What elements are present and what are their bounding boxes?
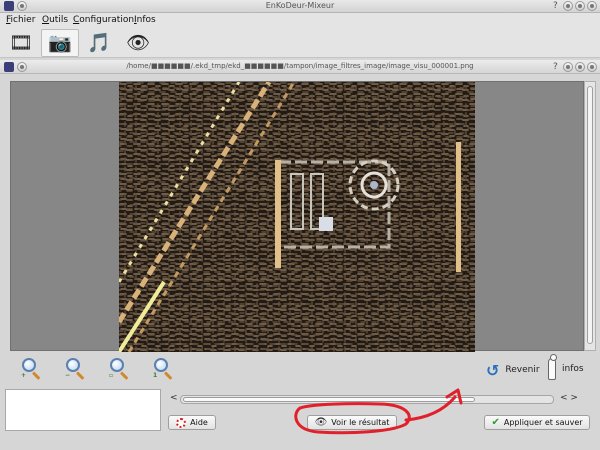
help-icon[interactable]: ?	[553, 0, 558, 12]
image-viewer-window: /home/■■■■■■/.ekd_tmp/ekd_■■■■■■/tampon/…	[0, 60, 600, 450]
menu-configuration[interactable]: Configuration	[73, 15, 134, 25]
help-label: Aide	[190, 418, 208, 427]
window-titlebar: EnKoDeur-Mixeur ?	[0, 0, 600, 13]
filtered-image	[119, 82, 475, 352]
minimize-button[interactable]	[563, 1, 573, 11]
window-title: EnKoDeur-Mixeur	[265, 1, 335, 10]
tab-image[interactable]: 📷	[41, 29, 79, 57]
file-list-box[interactable]	[5, 389, 161, 431]
horizontal-scroll-track[interactable]	[180, 395, 554, 404]
lifebuoy-icon	[176, 417, 187, 428]
zoom-out-icon	[66, 358, 80, 372]
music-speaker-icon: 🎵	[87, 31, 111, 54]
viewer-minimize-button[interactable]	[563, 62, 573, 72]
tab-audio[interactable]: 🎵	[80, 29, 118, 57]
viewer-titlebar: /home/■■■■■■/.ekd_tmp/ekd_■■■■■■/tampon/…	[0, 60, 600, 74]
preview-label: Voir le résultat	[331, 418, 390, 427]
viewport-vertical-scrollbar[interactable]	[584, 81, 596, 351]
close-button[interactable]	[587, 1, 597, 11]
help-button[interactable]: Aide	[168, 415, 216, 430]
undo-arrow-icon: ↺	[486, 360, 500, 380]
menu-fichier[interactable]: Fichier	[6, 15, 35, 25]
toolbar: 🎞 📷 🎵 👁	[0, 28, 600, 58]
apply-save-button[interactable]: ✔ Appliquer et sauver	[484, 415, 590, 430]
menu-infos[interactable]: Infos	[134, 15, 156, 25]
zoom-fit-icon	[110, 358, 124, 372]
eye-icon: 👁	[314, 417, 328, 428]
camera-icon: 📷	[48, 31, 72, 54]
viewer-help-icon[interactable]: ?	[553, 61, 558, 73]
zoom-in-icon	[22, 358, 36, 372]
zoom-in-button[interactable]: +	[20, 357, 44, 381]
zoom-original-icon	[154, 358, 168, 372]
scroll-left-arrow[interactable]: <	[170, 393, 178, 403]
menubar: Fichier Outils Configuration Infos	[0, 13, 600, 28]
zoom-original-button[interactable]: 1	[152, 357, 176, 381]
horizontal-scroll-thumb[interactable]	[183, 397, 475, 402]
image-viewport[interactable]	[10, 81, 584, 352]
viewer-close-button[interactable]	[587, 62, 597, 72]
zoom-toolbar: + − ▫ 1 ↺ Revenir infos	[0, 352, 600, 386]
revert-button[interactable]: ↺ Revenir	[486, 359, 540, 381]
scroll-right-arrows[interactable]: < >	[560, 393, 578, 403]
zoom-out-button[interactable]: −	[64, 357, 88, 381]
film-reel-icon: 🎞	[8, 31, 34, 54]
vertical-scroll-thumb[interactable]	[587, 86, 593, 344]
tab-preview[interactable]: 👁	[119, 29, 157, 57]
zoom-fit-button[interactable]: ▫	[108, 357, 132, 381]
tab-video[interactable]: 🎞	[2, 29, 40, 57]
info-icon	[548, 354, 557, 380]
revert-label: Revenir	[505, 365, 540, 375]
checkmark-icon: ✔	[491, 417, 500, 428]
horizontal-scrollbar[interactable]: < < >	[168, 393, 580, 407]
filtered-image-preview	[119, 82, 475, 352]
viewer-file-path: /home/■■■■■■/.ekd_tmp/ekd_■■■■■■/tampon/…	[126, 62, 474, 70]
preview-result-button[interactable]: 👁 Voir le résultat	[307, 415, 397, 430]
maximize-button[interactable]	[575, 1, 585, 11]
menu-outils[interactable]: Outils	[42, 15, 68, 25]
viewer-maximize-button[interactable]	[575, 62, 585, 72]
apply-label: Appliquer et sauver	[503, 418, 583, 427]
info-label: infos	[562, 364, 584, 374]
eye-icon: 👁	[125, 31, 151, 54]
info-button[interactable]: infos	[548, 354, 584, 382]
